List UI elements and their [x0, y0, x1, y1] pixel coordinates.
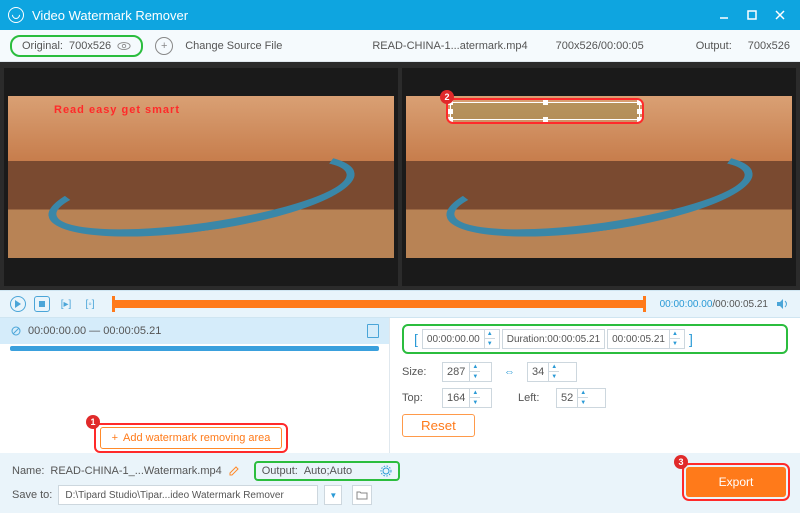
- callout-2: 2: [440, 90, 454, 104]
- end-time-input[interactable]: 00:00:05.21▲▼: [607, 329, 685, 349]
- output-dim: 700x526: [748, 40, 790, 52]
- maximize-button[interactable]: [740, 3, 764, 27]
- change-source-link[interactable]: Change Source File: [185, 40, 282, 52]
- app-logo-icon: [8, 7, 24, 23]
- annotation-outline-1: [94, 423, 288, 453]
- app-title: Video Watermark Remover: [32, 8, 188, 23]
- save-label: Save to:: [12, 489, 52, 501]
- save-path-dropdown[interactable]: ▼: [324, 485, 342, 505]
- segment-icon: [10, 325, 22, 337]
- gear-icon[interactable]: [380, 465, 392, 477]
- duration-input[interactable]: Duration:00:00:05.21: [502, 329, 605, 349]
- top-label: Top:: [402, 392, 434, 404]
- original-label: Original:: [22, 40, 63, 52]
- output-value: Auto;Auto: [304, 465, 374, 477]
- time-current: 00:00:00.00: [660, 299, 713, 310]
- name-label: Name:: [12, 465, 44, 477]
- preview-area: Read easy get smart 2: [0, 62, 800, 290]
- titlebar: Video Watermark Remover: [0, 0, 800, 30]
- height-input[interactable]: 34▲▼: [527, 362, 577, 382]
- params-panel: [ 00:00:00.00▲▼ Duration:00:00:05.21 00:…: [390, 318, 800, 453]
- file-name: READ-CHINA-1...atermark.mp4: [372, 40, 527, 52]
- timeline-track[interactable]: [112, 300, 646, 308]
- bracket-left-icon[interactable]: [: [410, 331, 422, 347]
- mid-panel: 00:00:00.00 — 00:00:05.21 1 + Add waterm…: [0, 318, 800, 453]
- reset-button[interactable]: Reset: [402, 414, 475, 437]
- preview-output[interactable]: 2: [402, 68, 796, 286]
- timeline-time: 00:00:00.00/00:00:05.21: [660, 299, 768, 310]
- time-range-group: [ 00:00:00.00▲▼ Duration:00:00:05.21 00:…: [402, 324, 788, 354]
- edit-icon[interactable]: [228, 465, 240, 477]
- step-down[interactable]: ▼: [670, 339, 680, 348]
- stop-button[interactable]: [34, 296, 50, 312]
- open-folder-button[interactable]: [352, 485, 372, 505]
- callout-1: 1: [86, 415, 100, 429]
- left-label: Left:: [518, 392, 548, 404]
- toolbar: Original: 700x526 + Change Source File R…: [0, 30, 800, 62]
- output-label: Output:: [262, 465, 298, 477]
- top-input[interactable]: 164▲▼: [442, 388, 492, 408]
- time-total: /00:00:05.21: [712, 299, 768, 310]
- output-group: Output: Auto;Auto: [254, 461, 400, 481]
- step-down[interactable]: ▼: [485, 339, 495, 348]
- segments-panel: 00:00:00.00 — 00:00:05.21 1 + Add waterm…: [0, 318, 390, 453]
- bracket-right-icon[interactable]: ]: [685, 331, 697, 347]
- link-icon[interactable]: ⇔: [504, 366, 515, 378]
- play-button[interactable]: [10, 296, 26, 312]
- segment-range: 00:00:00.00 — 00:00:05.21: [28, 325, 161, 337]
- original-chip: Original: 700x526: [10, 35, 143, 57]
- add-file-button[interactable]: +: [155, 37, 173, 55]
- save-path-input[interactable]: D:\Tipard Studio\Tipar...ideo Watermark …: [58, 485, 318, 505]
- timeline-bar: [▸] [◦] 00:00:00.00/00:00:05.21: [0, 290, 800, 318]
- name-value: READ-CHINA-1_...Watermark.mp4: [50, 465, 221, 477]
- step-up[interactable]: ▲: [670, 330, 680, 339]
- output-label: Output:: [696, 40, 732, 52]
- size-label: Size:: [402, 366, 434, 378]
- annotation-outline-2: [446, 98, 644, 124]
- mark-in-button[interactable]: [▸]: [58, 296, 74, 312]
- mark-out-button[interactable]: [◦]: [82, 296, 98, 312]
- preview-original: Read easy get smart: [4, 68, 398, 286]
- minimize-button[interactable]: [712, 3, 736, 27]
- segment-row[interactable]: 00:00:00.00 — 00:00:05.21: [0, 318, 389, 344]
- footer: Name: READ-CHINA-1_...Watermark.mp4 Outp…: [0, 453, 800, 513]
- width-input[interactable]: 287▲▼: [442, 362, 492, 382]
- original-dim: 700x526: [69, 40, 111, 52]
- file-info: 700x526/00:00:05: [556, 40, 644, 52]
- step-up[interactable]: ▲: [485, 330, 495, 339]
- close-button[interactable]: [768, 3, 792, 27]
- volume-icon[interactable]: [776, 297, 790, 311]
- left-input[interactable]: 52▲▼: [556, 388, 606, 408]
- eye-icon[interactable]: [117, 41, 131, 51]
- delete-segment-button[interactable]: [367, 324, 379, 338]
- watermark-text: Read easy get smart: [54, 104, 180, 116]
- start-time-input[interactable]: 00:00:00.00▲▼: [422, 329, 500, 349]
- export-button[interactable]: Export: [686, 467, 786, 497]
